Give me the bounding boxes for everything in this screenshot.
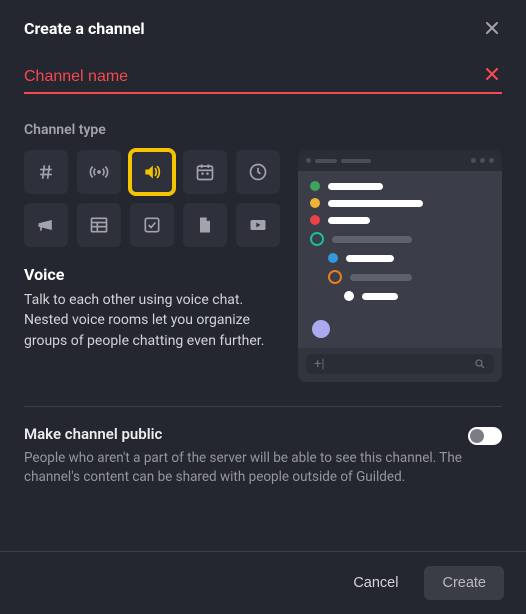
checklist-icon (142, 215, 162, 235)
close-icon (484, 20, 500, 36)
selected-type-title: Voice (24, 265, 280, 284)
channel-type-voice[interactable] (130, 150, 174, 194)
channel-name-input[interactable] (24, 62, 502, 94)
selected-type-description: Talk to each other using voice chat. Nes… (24, 290, 280, 351)
calendar-icon (195, 162, 215, 182)
divider (24, 406, 502, 407)
channel-type-media[interactable] (236, 203, 280, 247)
channel-preview: +| (298, 150, 502, 382)
voice-icon (142, 162, 162, 182)
toggle-knob (470, 429, 484, 443)
channel-type-docs[interactable] (183, 203, 227, 247)
preview-input: +| (306, 354, 494, 374)
x-icon (484, 66, 500, 82)
announcement-icon (36, 215, 56, 235)
channel-type-calendar[interactable] (183, 150, 227, 194)
channel-type-announcements[interactable] (24, 203, 68, 247)
channel-type-label: Channel type (24, 122, 502, 138)
channel-type-scheduling[interactable] (236, 150, 280, 194)
channel-type-text[interactable] (24, 150, 68, 194)
preview-body (298, 171, 502, 348)
close-button[interactable] (482, 18, 502, 38)
public-description: People who aren't a part of the server w… (24, 449, 464, 487)
media-icon (248, 215, 268, 235)
channel-type-list[interactable] (130, 203, 174, 247)
channel-type-stream[interactable] (77, 150, 121, 194)
clock-icon (248, 162, 268, 182)
docs-icon (195, 215, 215, 235)
cancel-button[interactable]: Cancel (335, 566, 416, 600)
hash-icon (36, 162, 56, 182)
channel-type-forum[interactable] (77, 203, 121, 247)
search-icon (474, 358, 486, 370)
public-toggle[interactable] (468, 427, 502, 445)
board-icon (89, 215, 109, 235)
create-button[interactable]: Create (424, 566, 504, 600)
clear-name-button[interactable] (484, 66, 500, 82)
avatar (312, 320, 330, 338)
preview-header (298, 150, 502, 171)
public-label: Make channel public (24, 425, 464, 443)
dialog-title: Create a channel (24, 19, 145, 38)
broadcast-icon (89, 162, 109, 182)
